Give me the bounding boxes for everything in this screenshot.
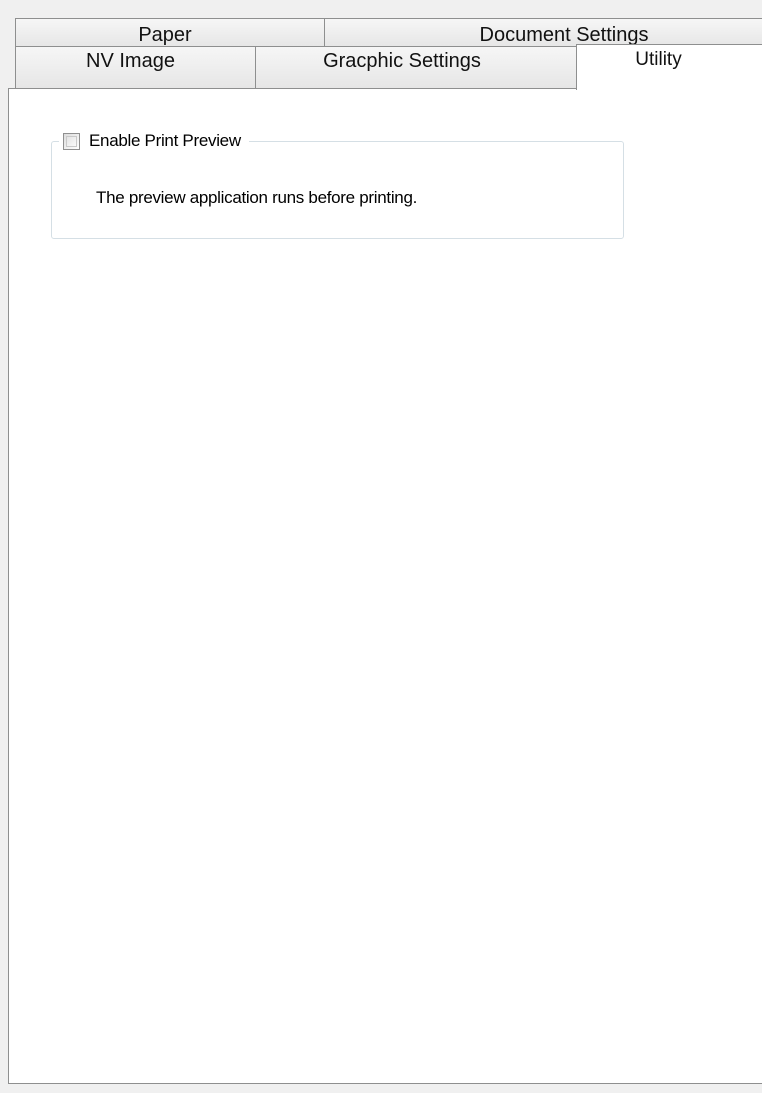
tab-paper[interactable]: Paper xyxy=(15,18,325,47)
tab-nv-image-label: NV Image xyxy=(86,50,175,72)
enable-print-preview-checkbox[interactable] xyxy=(63,132,80,150)
tab-utility[interactable]: Utility xyxy=(576,44,762,90)
enable-print-preview-label[interactable]: Enable Print Preview xyxy=(89,131,241,151)
tab-graphic-settings[interactable]: Gracphic Settings xyxy=(255,46,577,89)
tab-nv-image[interactable]: NV Image xyxy=(15,46,256,89)
tab-paper-label: Paper xyxy=(138,24,192,46)
print-preview-group: Enable Print Preview The preview applica… xyxy=(51,130,624,239)
print-settings-dialog: Paper Document Settings NV Image Gracphi… xyxy=(0,0,762,1093)
utility-panel: Enable Print Preview The preview applica… xyxy=(8,88,762,1084)
tab-graphic-settings-label: Gracphic Settings xyxy=(323,50,481,72)
print-preview-description: The preview application runs before prin… xyxy=(96,188,418,207)
tab-document-settings-label: Document Settings xyxy=(479,24,649,46)
tab-utility-label: Utility xyxy=(635,49,682,70)
tab-document-settings[interactable]: Document Settings xyxy=(324,18,762,47)
print-preview-legend: Enable Print Preview xyxy=(59,130,249,152)
